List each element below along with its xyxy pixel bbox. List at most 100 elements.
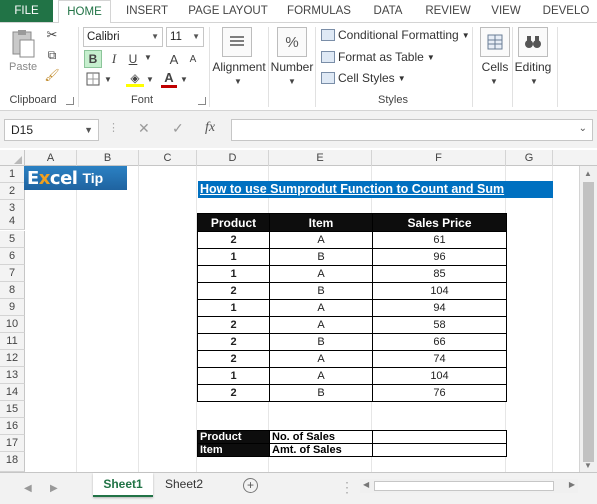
scroll-left-icon[interactable]: ◀	[363, 480, 369, 489]
format-as-table-button[interactable]: Format as Table ▼	[321, 50, 435, 64]
product-cell[interactable]: 1	[197, 299, 270, 317]
sales-price-cell[interactable]: 104	[372, 282, 507, 300]
sales-price-cell[interactable]: 96	[372, 248, 507, 266]
row-header[interactable]: 16	[0, 418, 25, 435]
number-dropdown-icon[interactable]: ▼	[288, 77, 296, 86]
item-cell[interactable]: A	[269, 316, 373, 334]
row-header[interactable]: 5	[0, 231, 25, 248]
product-cell[interactable]: 1	[197, 248, 270, 266]
summary-label-cell[interactable]: Amt. of Sales	[269, 443, 373, 457]
fill-color-dropdown-icon[interactable]: ▼	[146, 75, 154, 84]
summary-key-cell[interactable]: Item	[197, 443, 270, 457]
column-header-b[interactable]: B	[77, 150, 139, 166]
product-cell[interactable]: 2	[197, 333, 270, 351]
underline-dropdown-icon[interactable]: ▼	[144, 53, 152, 62]
insert-function-icon[interactable]: fx	[205, 120, 215, 136]
row-header[interactable]: 6	[0, 248, 25, 265]
bold-button[interactable]: B	[84, 50, 102, 68]
product-cell[interactable]: 2	[197, 316, 270, 334]
item-cell[interactable]: B	[269, 248, 373, 266]
shrink-font-button[interactable]: A	[186, 52, 200, 66]
row-header[interactable]: 17	[0, 435, 25, 452]
row-header[interactable]: 1	[0, 166, 25, 183]
table-header-item[interactable]: Item	[269, 213, 373, 232]
font-color-button[interactable]: A	[161, 70, 177, 88]
sales-price-cell[interactable]: 58	[372, 316, 507, 334]
clipboard-launcher-icon[interactable]	[66, 97, 74, 105]
sales-price-cell[interactable]: 74	[372, 350, 507, 368]
column-header-e[interactable]: E	[269, 150, 372, 166]
item-cell[interactable]: B	[269, 282, 373, 300]
tab-page-layout[interactable]: PAGE LAYOUT	[183, 0, 273, 22]
number-button[interactable]: Number	[270, 60, 314, 74]
sales-price-cell[interactable]: 76	[372, 384, 507, 402]
tab-developer[interactable]: DEVELO	[535, 0, 597, 22]
product-cell[interactable]: 2	[197, 231, 270, 249]
product-cell[interactable]: 1	[197, 265, 270, 283]
sheet-tab-sheet1[interactable]: Sheet1	[93, 473, 153, 497]
tab-home[interactable]: HOME	[58, 0, 111, 23]
column-header-f[interactable]: F	[372, 150, 506, 166]
font-color-dropdown-icon[interactable]: ▼	[180, 75, 188, 84]
item-cell[interactable]: A	[269, 350, 373, 368]
copy-icon[interactable]: ⧉	[44, 47, 60, 63]
horizontal-scrollbar[interactable]: ◀ ▶	[360, 479, 578, 493]
item-cell[interactable]: A	[269, 231, 373, 249]
sales-price-cell[interactable]: 104	[372, 367, 507, 385]
alignment-dropdown-icon[interactable]: ▼	[234, 77, 242, 86]
scroll-up-icon[interactable]: ▲	[584, 169, 592, 178]
alignment-button[interactable]: Alignment	[211, 60, 267, 74]
editing-binoculars-icon[interactable]	[518, 27, 548, 57]
cut-icon[interactable]: ✂	[44, 27, 60, 43]
editing-button[interactable]: Editing	[512, 60, 554, 74]
row-header[interactable]: 9	[0, 299, 25, 316]
sales-price-cell[interactable]: 94	[372, 299, 507, 317]
row-header[interactable]: 15	[0, 401, 25, 418]
item-cell[interactable]: A	[269, 265, 373, 283]
select-all-corner[interactable]	[0, 150, 25, 166]
product-cell[interactable]: 2	[197, 384, 270, 402]
cells-icon[interactable]	[480, 27, 510, 57]
conditional-formatting-button[interactable]: Conditional Formatting ▼	[321, 28, 470, 42]
scroll-down-icon[interactable]: ▼	[584, 461, 592, 470]
column-header-a[interactable]: A	[25, 150, 77, 166]
product-cell[interactable]: 1	[197, 367, 270, 385]
cells-button[interactable]: Cells	[474, 60, 516, 74]
item-cell[interactable]: B	[269, 384, 373, 402]
row-header[interactable]: 14	[0, 384, 25, 401]
font-launcher-icon[interactable]	[198, 97, 206, 105]
column-header-c[interactable]: C	[139, 150, 197, 166]
summary-key-cell[interactable]: Product	[197, 430, 270, 444]
horizontal-scroll-thumb[interactable]	[374, 481, 554, 491]
tab-formulas[interactable]: FORMULAS	[280, 0, 358, 22]
table-header-sales-price[interactable]: Sales Price	[372, 213, 507, 232]
row-header[interactable]: 13	[0, 367, 25, 384]
borders-icon[interactable]	[84, 71, 102, 87]
item-cell[interactable]: B	[269, 333, 373, 351]
item-cell[interactable]: A	[269, 367, 373, 385]
grow-font-button[interactable]: A	[165, 50, 183, 68]
column-header-d[interactable]: D	[197, 150, 269, 166]
row-header[interactable]: 10	[0, 316, 25, 333]
column-header-g[interactable]: G	[506, 150, 553, 166]
sheet-title-cell[interactable]: How to use Sumprodut Function to Count a…	[198, 181, 553, 198]
row-header[interactable]: 4	[0, 213, 25, 230]
editing-dropdown-icon[interactable]: ▼	[530, 77, 538, 86]
tab-file[interactable]: FILE	[0, 0, 53, 22]
paste-label[interactable]: Paste	[9, 61, 37, 73]
sheet-tab-sheet2[interactable]: Sheet2	[156, 473, 212, 497]
fill-color-icon[interactable]: ◈	[126, 71, 144, 87]
tab-review[interactable]: REVIEW	[418, 0, 478, 22]
row-header[interactable]: 12	[0, 350, 25, 367]
row-header[interactable]: 8	[0, 282, 25, 299]
item-cell[interactable]: A	[269, 299, 373, 317]
product-cell[interactable]: 2	[197, 350, 270, 368]
row-header[interactable]: 2	[0, 183, 25, 200]
tab-data[interactable]: DATA	[364, 0, 412, 22]
cancel-icon[interactable]: ✕	[138, 120, 150, 137]
font-size-select[interactable]: 11 ▼	[166, 27, 204, 47]
number-format-icon[interactable]: %	[277, 27, 307, 57]
sales-price-cell[interactable]: 85	[372, 265, 507, 283]
format-painter-icon[interactable]: 🖌	[44, 67, 60, 83]
vertical-scroll-thumb[interactable]	[583, 182, 594, 462]
